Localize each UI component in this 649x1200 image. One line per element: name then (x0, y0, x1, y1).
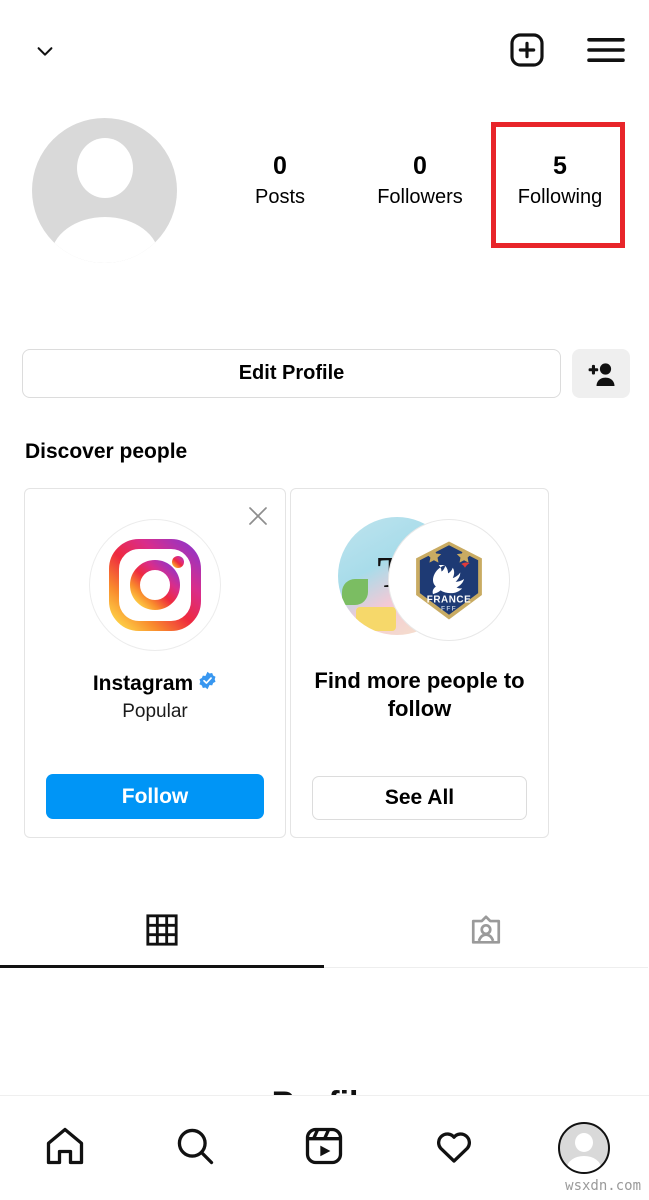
bottom-navigation-bar (0, 1095, 649, 1200)
stat-followers[interactable]: 0 Followers (350, 150, 490, 212)
instagram-logo-icon[interactable] (89, 519, 221, 651)
watermark-text: wsxdn.com (565, 1178, 641, 1194)
avatar-head-shape (76, 138, 133, 198)
discover-card-instagram[interactable]: Instagram Popular Follow (24, 488, 286, 838)
tagged-person-icon (469, 914, 503, 953)
stat-posts[interactable]: 0 Posts (210, 150, 350, 212)
nav-search[interactable] (155, 1113, 235, 1183)
discover-people-heading: Discover people (25, 440, 188, 463)
card-name-text: Instagram (92, 671, 194, 695)
followers-label: Followers (377, 186, 463, 208)
followers-count: 0 (413, 152, 427, 180)
add-person-icon[interactable] (572, 349, 630, 398)
nav-reels[interactable] (284, 1113, 364, 1183)
home-icon (43, 1124, 87, 1173)
avatar-body-shape (50, 217, 159, 263)
posts-count: 0 (273, 152, 287, 180)
nav-activity[interactable] (414, 1113, 494, 1183)
default-avatar-placeholder[interactable] (32, 118, 177, 263)
username-dropdown[interactable] (24, 32, 56, 70)
profile-tabs (0, 900, 649, 970)
nav-profile[interactable] (544, 1113, 624, 1183)
profile-avatar-icon (558, 1122, 611, 1174)
reels-icon (302, 1124, 346, 1173)
svg-text:FFF: FFF (440, 606, 456, 613)
following-highlight-box (491, 122, 625, 248)
card-name-instagram: Instagram (25, 671, 285, 696)
instagram-profile-screen: 0 Posts 0 Followers 5 Following Edit Pro… (0, 0, 649, 1200)
top-bar-actions (507, 30, 627, 70)
france-fff-crest-icon: FRANCE FFF (387, 519, 510, 641)
heart-icon (432, 1124, 476, 1173)
close-x-icon[interactable] (245, 503, 271, 529)
top-bar (0, 0, 649, 100)
hamburger-menu-icon[interactable] (585, 33, 627, 67)
edit-profile-button[interactable]: Edit Profile (22, 349, 561, 398)
follow-button[interactable]: Follow (46, 774, 264, 819)
plus-square-icon[interactable] (507, 30, 547, 70)
verified-badge-icon (198, 671, 217, 696)
nav-home[interactable] (25, 1113, 105, 1183)
nav-avatar-body (567, 1156, 602, 1172)
leaf-shape (341, 579, 368, 605)
see-all-button[interactable]: See All (312, 776, 527, 820)
card-title-find-more: Find more people to follow (314, 668, 525, 721)
discover-card-find-more[interactable]: T FRANCE FFF Find more people to follow … (290, 488, 549, 838)
svg-text:FRANCE: FRANCE (426, 595, 470, 606)
chevron-down-icon[interactable] (34, 40, 56, 62)
search-icon (173, 1124, 217, 1173)
tab-grid[interactable] (0, 900, 324, 968)
posts-label: Posts (254, 186, 306, 208)
card-subtitle-popular: Popular (122, 701, 188, 722)
grid-icon (145, 913, 179, 952)
sun-shape (355, 607, 396, 631)
stacked-avatars-france-crest[interactable]: T FRANCE FFF (330, 511, 510, 651)
tab-tagged[interactable] (324, 900, 648, 968)
nav-avatar-head (575, 1133, 594, 1152)
